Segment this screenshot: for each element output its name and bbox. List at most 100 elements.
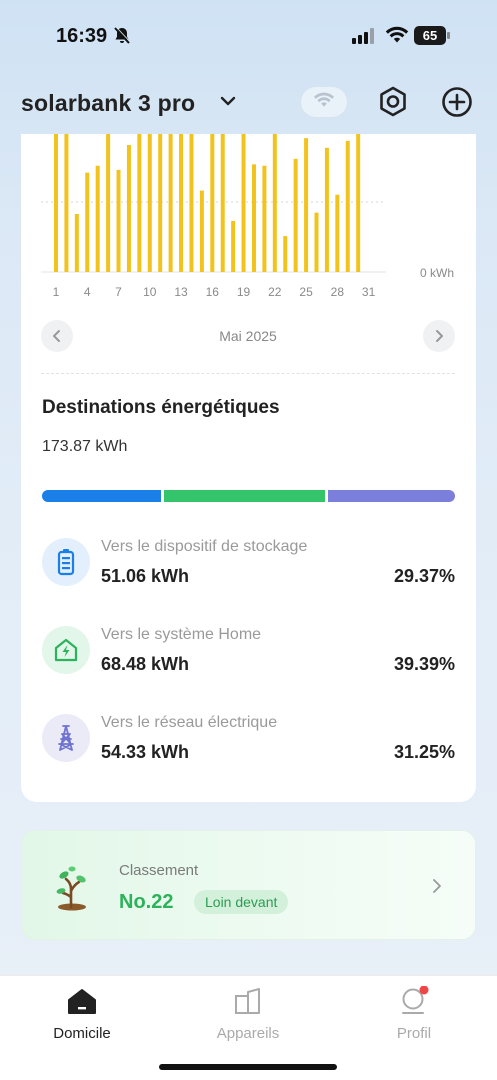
chart-bar[interactable]	[126, 145, 131, 272]
destinations-title: Destinations énergétiques	[42, 397, 280, 418]
tab-appareils[interactable]: Appareils	[188, 986, 308, 1042]
destination-value: 54.33 kWh	[101, 742, 190, 762]
destination-percent: 39.39%	[393, 654, 455, 674]
power-tower-icon	[42, 714, 90, 762]
ranking-badge: Loin devant	[194, 890, 289, 914]
distribution-bar	[42, 490, 455, 502]
app-header: solarbank 3 pro	[0, 80, 497, 126]
distribution-segment-storage	[42, 490, 161, 502]
cellular-signal-icon	[352, 28, 376, 49]
chart-x-tick-label: 7	[115, 285, 122, 299]
chart-x-tick-label: 25	[299, 285, 313, 299]
chart-bar[interactable]	[137, 134, 142, 272]
chart-bar[interactable]	[179, 134, 184, 272]
ranking-label: Classement	[119, 862, 199, 879]
chevron-right-icon	[436, 330, 443, 342]
chart-x-tick-label: 13	[174, 285, 188, 299]
chart-bar[interactable]	[116, 169, 121, 272]
chevron-right-icon[interactable]	[431, 878, 443, 899]
wifi-icon	[385, 26, 409, 49]
chart-bar[interactable]	[158, 134, 163, 272]
chart-bar[interactable]	[220, 134, 225, 272]
chart-bar[interactable]	[95, 165, 100, 272]
ranking-value: No.22	[119, 891, 174, 913]
destination-label: Vers le système Home	[101, 626, 262, 643]
profile-icon	[402, 985, 429, 1014]
chart-bar[interactable]	[85, 172, 90, 272]
chart-bar[interactable]	[324, 147, 329, 272]
destination-label: Vers le dispositif de stockage	[101, 538, 308, 555]
chart-bar[interactable]	[314, 212, 319, 272]
chart-bar[interactable]	[106, 134, 111, 272]
chart-bar[interactable]	[199, 190, 204, 272]
tab-domicile[interactable]: Domicile	[22, 986, 142, 1042]
chart-bar[interactable]	[54, 134, 58, 272]
destination-percent: 31.25%	[393, 742, 455, 762]
destination-value: 68.48 kWh	[101, 654, 190, 674]
devices-icon	[235, 988, 260, 1014]
home-indicator	[159, 1064, 337, 1070]
chart-x-tick-label: 19	[237, 285, 251, 299]
chart-bar[interactable]	[74, 214, 79, 272]
destination-label: Vers le réseau électrique	[101, 714, 278, 731]
energy-card: 1 4 7 10 13 16 19 22 25 28 31 0 kWh Mai 2025 Destin…	[21, 134, 476, 802]
battery-level: 65	[414, 26, 446, 45]
chart-bar[interactable]	[335, 194, 340, 272]
chart-bar[interactable]	[304, 138, 309, 272]
chart-x-tick-label: 10	[143, 285, 157, 299]
tab-label: Profil	[396, 1025, 432, 1042]
chart-bar[interactable]	[189, 134, 194, 272]
chart-x-tick-label: 16	[206, 285, 220, 299]
destination-percent: 29.37%	[393, 566, 455, 586]
chart-bar[interactable]	[272, 134, 277, 272]
battery-storage-icon	[42, 538, 90, 586]
chart-bar[interactable]	[64, 134, 69, 272]
next-month-button[interactable]	[423, 320, 455, 352]
destination-value: 51.06 kWh	[101, 566, 190, 586]
destination-home: Vers le système Home 68.48 kWh 39.39%	[42, 626, 455, 686]
add-device-icon[interactable]	[440, 84, 476, 125]
settings-hex-icon[interactable]	[376, 84, 410, 125]
status-bar: 16:39 65	[0, 0, 497, 70]
chart-x-tick-label: 31	[362, 285, 376, 299]
distribution-segment-home	[164, 490, 325, 502]
tree-sapling-icon	[52, 861, 92, 916]
chart-x-tick-label: 22	[268, 285, 282, 299]
home-icon	[68, 989, 96, 1014]
destinations-total: 173.87 kWh	[42, 438, 128, 455]
tab-profil[interactable]: Profil	[354, 985, 474, 1042]
tab-label: Appareils	[216, 1025, 280, 1042]
bell-muted-icon	[114, 26, 131, 50]
destination-grid: Vers le réseau électrique 54.33 kWh 31.2…	[42, 714, 455, 774]
device-selector-label[interactable]: solarbank 3 pro	[21, 90, 195, 117]
wifi-connection-button[interactable]	[300, 86, 348, 118]
chart-bar[interactable]	[283, 236, 288, 272]
ranking-card[interactable]: Classement No.22 Loin devant	[21, 830, 476, 940]
destination-storage: Vers le dispositif de stockage 51.06 kWh…	[42, 538, 455, 598]
chart-bar[interactable]	[241, 134, 246, 272]
home-energy-icon	[42, 626, 90, 674]
chart-bar[interactable]	[147, 134, 152, 272]
chart-bar[interactable]	[345, 140, 350, 272]
chart-bar[interactable]	[231, 220, 236, 272]
chart-bar[interactable]	[251, 164, 256, 272]
chart-bar[interactable]	[293, 158, 298, 272]
battery-cap	[447, 32, 450, 39]
section-divider	[41, 373, 455, 374]
chevron-down-icon[interactable]	[220, 94, 236, 112]
chart-bar[interactable]	[262, 165, 267, 272]
tab-label: Domicile	[53, 1025, 111, 1042]
daily-production-chart: 1 4 7 10 13 16 19 22 25 28 31 0 kWh	[41, 134, 454, 299]
chart-bar[interactable]	[356, 134, 361, 272]
chart-bar[interactable]	[168, 134, 173, 272]
chart-x-tick-label: 4	[84, 285, 91, 299]
chart-x-tick-label: 1	[53, 285, 60, 299]
distribution-segment-grid	[328, 490, 455, 502]
chart-y-zero-label: 0 kWh	[420, 266, 454, 280]
month-navigator: Mai 2025	[41, 320, 455, 352]
chart-bar[interactable]	[210, 134, 215, 272]
battery-indicator: 65	[414, 26, 450, 45]
status-time: 16:39	[56, 25, 108, 47]
wifi-icon	[313, 92, 335, 113]
chart-x-tick-label: 28	[331, 285, 345, 299]
